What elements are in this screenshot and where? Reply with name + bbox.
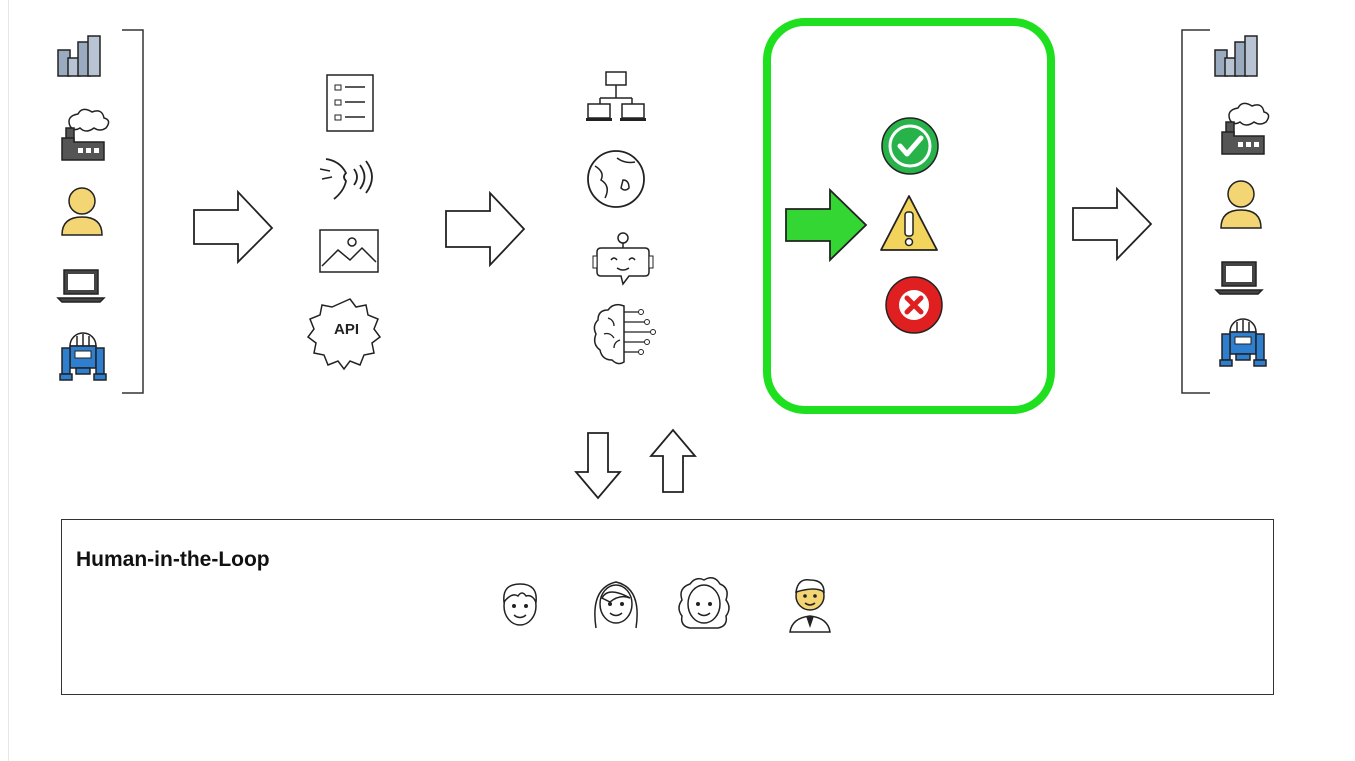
sources-column xyxy=(57,29,144,394)
laptop-icon xyxy=(1215,261,1263,295)
destinations-column xyxy=(1181,29,1270,394)
arrow-down xyxy=(574,432,622,500)
ai-brain-icon xyxy=(593,303,656,365)
robot-icon xyxy=(1219,318,1267,367)
network-icon xyxy=(586,71,646,121)
robot-icon xyxy=(59,332,107,381)
warning-icon xyxy=(880,195,938,251)
api-gear-icon: API xyxy=(306,298,382,371)
laptop-icon xyxy=(57,269,105,303)
person-icon xyxy=(1220,180,1262,229)
factory-icon xyxy=(61,108,110,161)
inputs-column: API xyxy=(306,74,382,371)
arrow-right-2 xyxy=(445,190,526,268)
document-list-icon xyxy=(326,74,374,132)
arrow-up xyxy=(649,428,697,493)
person-icon xyxy=(61,187,103,236)
check-icon xyxy=(881,117,939,175)
svg-text:API: API xyxy=(334,321,359,338)
globe-icon xyxy=(587,150,645,208)
city-buildings-icon xyxy=(1214,35,1258,77)
arrow-right-1 xyxy=(193,189,274,265)
sources-bracket xyxy=(122,29,144,394)
chatbot-icon xyxy=(592,232,654,286)
validation-column xyxy=(880,117,943,334)
destinations-bracket xyxy=(1181,29,1210,394)
arrow-right-3 xyxy=(1072,186,1153,262)
speech-icon xyxy=(319,158,373,200)
human-in-the-loop-panel: Human-in-the-Loop xyxy=(61,519,1274,695)
factory-icon xyxy=(1221,102,1270,155)
processing-column xyxy=(586,71,656,365)
city-buildings-icon xyxy=(57,35,101,77)
error-icon xyxy=(885,276,943,334)
hitl-title: Human-in-the-Loop xyxy=(76,548,270,571)
image-icon xyxy=(319,229,379,273)
arrow-right-green xyxy=(785,187,868,263)
